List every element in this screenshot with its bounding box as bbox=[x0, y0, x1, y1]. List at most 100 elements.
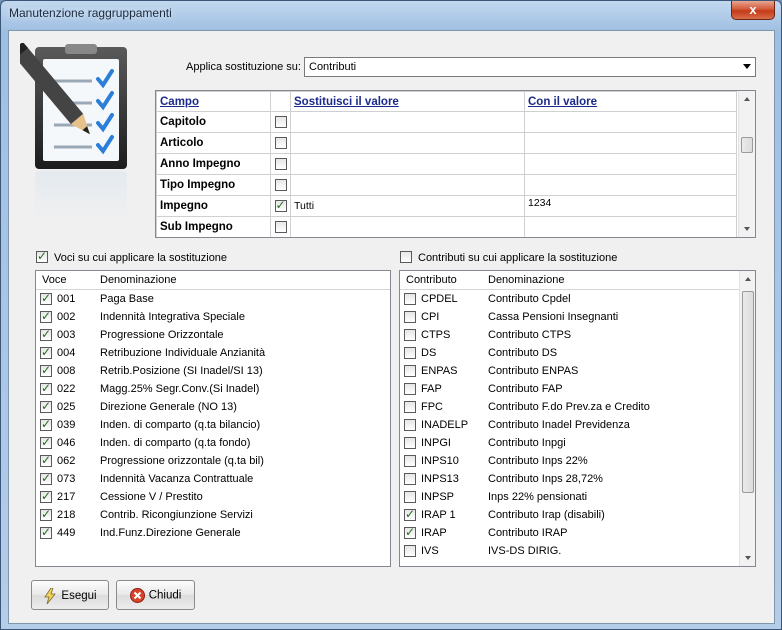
list-item[interactable]: INPS13 Contributo Inps 28,72% bbox=[400, 471, 755, 489]
grid-row-checkbox-cell[interactable] bbox=[270, 195, 291, 217]
list-item-checkbox[interactable] bbox=[40, 399, 52, 413]
list-item-checkbox[interactable] bbox=[404, 329, 416, 341]
list-item[interactable]: INPGI Contributo Inpgi bbox=[400, 435, 755, 453]
voci-select-all-checkbox[interactable] bbox=[36, 249, 48, 264]
apply-substitution-select[interactable]: Contributi bbox=[304, 57, 756, 77]
grid-replace-value[interactable] bbox=[290, 153, 525, 175]
contributi-col-code[interactable]: Contributo bbox=[406, 274, 457, 286]
list-item[interactable]: INPS10 Contributo Inps 22% bbox=[400, 453, 755, 471]
list-item-checkbox[interactable] bbox=[40, 291, 52, 305]
window-close-button[interactable]: x bbox=[731, 1, 775, 20]
list-item[interactable]: 003 Progressione Orizzontale bbox=[36, 327, 390, 345]
grid-row[interactable]: Anno Impegno bbox=[156, 153, 737, 175]
list-item[interactable]: 039 Inden. di comparto (q.ta bilancio) bbox=[36, 417, 390, 435]
list-item[interactable]: 046 Inden. di comparto (q.ta fondo) bbox=[36, 435, 390, 453]
grid-row-checkbox-cell[interactable] bbox=[270, 111, 291, 133]
grid-row-checkbox[interactable] bbox=[274, 221, 287, 234]
col-header-campo[interactable]: Campo bbox=[156, 91, 271, 112]
list-item[interactable]: 218 Contrib. Ricongiunzione Servizi bbox=[36, 507, 390, 525]
grid-row-checkbox[interactable] bbox=[274, 116, 287, 129]
list-item-checkbox[interactable] bbox=[404, 401, 416, 413]
grid-row-checkbox[interactable] bbox=[274, 179, 287, 192]
voci-section-toggle[interactable]: Voci su cui applicare la sostituzione bbox=[36, 249, 227, 264]
list-item[interactable]: DS Contributo DS bbox=[400, 345, 755, 363]
grid-row-checkbox-cell[interactable] bbox=[270, 132, 291, 154]
grid-replace-value[interactable] bbox=[290, 174, 525, 196]
voci-col-code[interactable]: Voce bbox=[42, 274, 66, 286]
grid-replace-value[interactable]: Tutti bbox=[290, 195, 525, 217]
grid-row[interactable]: Articolo bbox=[156, 132, 737, 154]
list-item-checkbox[interactable] bbox=[404, 293, 416, 305]
list-item-checkbox[interactable] bbox=[40, 471, 52, 485]
grid-row-checkbox[interactable] bbox=[274, 158, 287, 171]
contributi-select-all-checkbox[interactable] bbox=[400, 251, 412, 264]
list-item-checkbox[interactable] bbox=[404, 419, 416, 431]
list-item-checkbox[interactable] bbox=[404, 347, 416, 359]
list-item-checkbox[interactable] bbox=[404, 525, 416, 539]
grid-with-value[interactable] bbox=[524, 174, 737, 196]
list-item[interactable]: INPSP Inps 22% pensionati bbox=[400, 489, 755, 507]
scroll-down-icon[interactable] bbox=[745, 556, 751, 560]
run-button[interactable]: Esegui bbox=[31, 580, 109, 610]
list-item-checkbox[interactable] bbox=[40, 507, 52, 521]
list-item-checkbox[interactable] bbox=[404, 545, 416, 557]
list-item[interactable]: FPC Contributo F.do Prev.za e Credito bbox=[400, 399, 755, 417]
grid-row[interactable]: Capitolo bbox=[156, 111, 737, 133]
list-item-checkbox[interactable] bbox=[404, 437, 416, 449]
grid-row-checkbox[interactable] bbox=[274, 198, 287, 213]
list-item-checkbox[interactable] bbox=[40, 309, 52, 323]
list-item-checkbox[interactable] bbox=[404, 473, 416, 485]
grid-row-checkbox-cell[interactable] bbox=[270, 153, 291, 175]
contributi-scrollbar[interactable] bbox=[739, 271, 755, 566]
voci-col-desc[interactable]: Denominazione bbox=[100, 274, 176, 286]
grid-with-value[interactable] bbox=[524, 132, 737, 154]
list-item-checkbox[interactable] bbox=[40, 327, 52, 341]
list-item[interactable]: 008 Retrib.Posizione (SI Inadel/SI 13) bbox=[36, 363, 390, 381]
grid-with-value[interactable] bbox=[524, 111, 737, 133]
grid-scrollbar[interactable] bbox=[738, 91, 755, 237]
list-item-checkbox[interactable] bbox=[404, 383, 416, 395]
list-item-checkbox[interactable] bbox=[40, 363, 52, 377]
list-item-checkbox[interactable] bbox=[404, 455, 416, 467]
scroll-up-icon[interactable] bbox=[745, 277, 751, 281]
list-item[interactable]: 217 Cessione V / Prestito bbox=[36, 489, 390, 507]
grid-row-checkbox-cell[interactable] bbox=[270, 174, 291, 196]
list-item[interactable]: 025 Direzione Generale (NO 13) bbox=[36, 399, 390, 417]
list-item[interactable]: 022 Magg.25% Segr.Conv.(Si Inadel) bbox=[36, 381, 390, 399]
contributi-section-toggle[interactable]: Contributi su cui applicare la sostituzi… bbox=[400, 251, 617, 264]
list-item[interactable]: IVS IVS-DS DIRIG. bbox=[400, 543, 755, 561]
grid-with-value[interactable] bbox=[524, 153, 737, 175]
list-item[interactable]: 004 Retribuzione Individuale Anzianità bbox=[36, 345, 390, 363]
list-item-checkbox[interactable] bbox=[40, 345, 52, 359]
list-item[interactable]: IRAP Contributo IRAP bbox=[400, 525, 755, 543]
contributi-col-desc[interactable]: Denominazione bbox=[488, 274, 564, 286]
list-item[interactable]: 449 Ind.Funz.Direzione Generale bbox=[36, 525, 390, 543]
scroll-down-icon[interactable] bbox=[744, 227, 750, 231]
grid-replace-value[interactable] bbox=[290, 132, 525, 154]
chevron-down-icon[interactable] bbox=[743, 64, 751, 69]
list-item-checkbox[interactable] bbox=[40, 453, 52, 467]
grid-with-value[interactable] bbox=[524, 216, 737, 237]
scroll-up-icon[interactable] bbox=[744, 97, 750, 101]
list-item[interactable]: CTPS Contributo CTPS bbox=[400, 327, 755, 345]
grid-row[interactable]: Sub Impegno bbox=[156, 216, 737, 237]
list-item-checkbox[interactable] bbox=[40, 381, 52, 395]
list-item[interactable]: 002 Indennità Integrativa Speciale bbox=[36, 309, 390, 327]
list-item[interactable]: CPI Cassa Pensioni Insegnanti bbox=[400, 309, 755, 327]
list-item[interactable]: FAP Contributo FAP bbox=[400, 381, 755, 399]
list-item[interactable]: 062 Progressione orizzontale (q.ta bil) bbox=[36, 453, 390, 471]
list-item-checkbox[interactable] bbox=[40, 435, 52, 449]
list-item[interactable]: INADELP Contributo Inadel Previdenza bbox=[400, 417, 755, 435]
scroll-thumb[interactable] bbox=[741, 137, 753, 153]
list-item[interactable]: IRAP 1 Contributo Irap (disabili) bbox=[400, 507, 755, 525]
list-item-checkbox[interactable] bbox=[404, 507, 416, 521]
list-item[interactable]: CPDEL Contributo Cpdel bbox=[400, 291, 755, 309]
col-header-sostituisci[interactable]: Sostituisci il valore bbox=[290, 91, 525, 112]
close-button[interactable]: Chiudi bbox=[116, 580, 195, 610]
list-item[interactable]: 001 Paga Base bbox=[36, 291, 390, 309]
grid-with-value[interactable]: 1234 bbox=[524, 195, 737, 217]
grid-row-checkbox[interactable] bbox=[274, 137, 287, 150]
col-header-con-valore[interactable]: Con il valore bbox=[524, 91, 737, 112]
grid-row-checkbox-cell[interactable] bbox=[270, 216, 291, 237]
grid-replace-value[interactable] bbox=[290, 216, 525, 237]
